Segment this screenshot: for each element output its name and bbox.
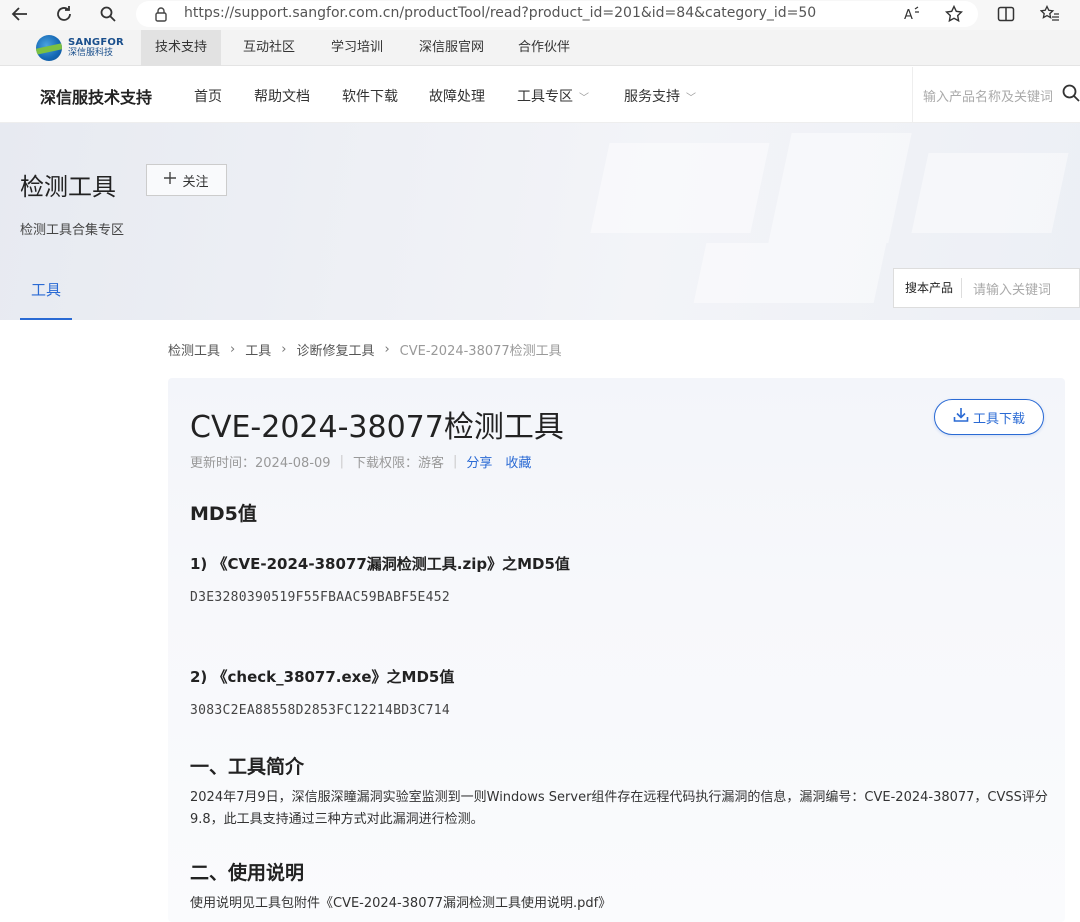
strip-item-partners[interactable]: 合作伙伴 [504,30,584,66]
nav-help-docs[interactable]: 帮助文档 [254,86,310,106]
back-icon[interactable] [8,2,32,26]
refresh-icon[interactable] [52,2,76,26]
chevron-right-icon: › [281,342,287,357]
portal-strip: SANGFOR 深信服科技 技术支持 互动社区 学习培训 深信服官网 合作伙伴 [0,30,1080,66]
md5-item-title: 2) 《check_38077.exe》之MD5值 [190,668,455,686]
search-icon[interactable] [96,2,120,26]
strip-item-training[interactable]: 学习培训 [317,30,397,66]
tool-download-button[interactable]: 工具下载 [934,399,1044,435]
breadcrumb: 检测工具 › 工具 › 诊断修复工具 › CVE-2024-38077检测工具 [168,340,562,359]
strip-item-tech-support[interactable]: 技术支持 [141,30,222,66]
tool-detail-card: CVE-2024-38077检测工具 更新时间：2024-08-09 | 下载权… [168,378,1065,922]
search-icon[interactable] [1062,84,1080,106]
split-screen-icon[interactable] [994,2,1018,26]
update-time: 更新时间：2024-08-09 [190,456,331,471]
nav-software-download[interactable]: 软件下载 [342,86,398,106]
site-search: 输入产品名称及关键词 [912,67,1080,123]
category-subtitle: 检测工具合集专区 [20,223,125,238]
url-text[interactable]: https://support.sangfor.com.cn/productTo… [184,5,816,21]
plus-icon [164,172,177,188]
sangfor-logo[interactable]: SANGFOR 深信服科技 [36,35,124,61]
page-title: CVE-2024-38077检测工具 [190,410,564,445]
chevron-down-icon: ﹀ [686,93,696,104]
breadcrumb-item[interactable]: 检测工具 [168,340,220,359]
usage-text: 使用说明见工具包附件《CVE-2024-38077漏洞检测工具使用说明.pdf》 [190,896,612,911]
nav-troubleshooting[interactable]: 故障处理 [429,86,485,106]
strip-item-official-site[interactable]: 深信服官网 [405,30,498,66]
favorite-star-icon[interactable] [942,2,966,26]
site-title[interactable]: 深信服技术支持 [40,84,152,108]
category-banner: 检测工具 关注 检测工具合集专区 工具 搜本产品 请输入关键词 [0,123,1080,320]
chevron-right-icon: › [384,342,390,357]
lock-icon[interactable] [154,6,168,26]
intro-heading: 一、工具简介 [190,756,305,778]
logo-text-en: SANGFOR [68,37,124,48]
md5-heading: MD5值 [190,503,257,525]
favorite-link[interactable]: 收藏 [505,452,531,471]
md5-value: 3083C2EA88558D2853FC12214BD3C714 [190,703,451,718]
download-icon [953,407,969,427]
nav-home[interactable]: 首页 [194,86,222,106]
product-search-input[interactable]: 请输入关键词 [962,279,1051,298]
follow-label: 关注 [182,174,209,190]
nav-service-support-label: 服务支持 [624,89,680,105]
tool-download-label: 工具下载 [972,411,1025,427]
nav-service-support[interactable]: 服务支持 ﹀ [624,86,696,106]
address-bar[interactable]: https://support.sangfor.com.cn/productTo… [136,1,978,27]
follow-button[interactable]: 关注 [146,164,227,196]
site-search-input[interactable]: 输入产品名称及关键词 [923,86,1053,105]
favorites-list-icon[interactable] [1038,2,1062,26]
breadcrumb-item[interactable]: 工具 [245,340,271,359]
doc-meta: 更新时间：2024-08-09 | 下载权限：游客 | 分享 收藏 [190,452,532,471]
download-permission: 下载权限：游客 [352,456,444,471]
logo-text-cn: 深信服科技 [68,48,114,58]
product-search: 搜本产品 请输入关键词 [893,268,1080,308]
intro-text: 2024年7月9日，深信服深瞳漏洞实验室监测到一则Windows Server组… [190,790,1048,827]
category-title: 检测工具 [20,173,116,201]
logo-mark-icon [36,35,62,61]
breadcrumb-item[interactable]: 诊断修复工具 [296,340,374,359]
nav-tools-zone[interactable]: 工具专区 ﹀ [517,86,589,106]
usage-heading: 二、使用说明 [190,862,305,884]
share-link[interactable]: 分享 [466,452,492,471]
site-header: 深信服技术支持 首页 帮助文档 软件下载 故障处理 工具专区 ﹀ 服务支持 ﹀ 输入… [0,67,1080,123]
chevron-right-icon: › [230,342,236,357]
product-search-scope[interactable]: 搜本产品 [894,278,963,298]
breadcrumb-current: CVE-2024-38077检测工具 [399,344,562,359]
tab-tools[interactable]: 工具 [20,275,72,320]
md5-value: D3E3280390519F55FBAAC59BABF5E452 [190,590,451,605]
nav-tools-zone-label: 工具专区 [517,89,573,105]
md5-item-title: 1) 《CVE-2024-38077漏洞检测工具.zip》之MD5值 [190,555,570,573]
strip-item-community[interactable]: 互动社区 [229,30,309,66]
chevron-down-icon: ﹀ [579,93,589,104]
svg-text:A: A [904,8,913,22]
read-aloud-icon[interactable]: A [900,2,924,26]
browser-toolbar: https://support.sangfor.com.cn/productTo… [0,0,1080,30]
